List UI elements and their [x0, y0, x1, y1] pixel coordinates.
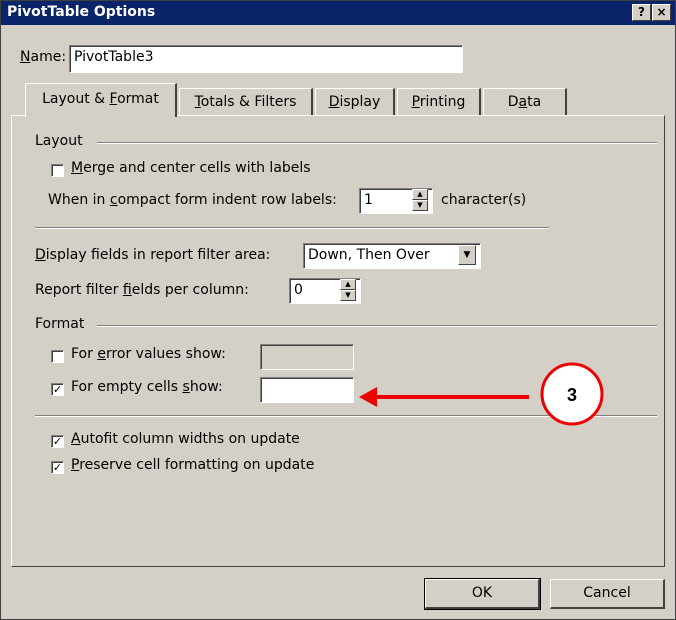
display-fields-dropdown[interactable]: Down, Then Over ▼: [303, 243, 481, 269]
cancel-button[interactable]: Cancel: [550, 579, 665, 609]
chevron-down-icon[interactable]: ▼: [458, 245, 476, 265]
tab-totals-filters[interactable]: Totals & Filters: [179, 88, 313, 116]
layout-group-heading: Layout: [35, 133, 83, 149]
indent-label: When in compact form indent row labels:: [48, 192, 337, 208]
layout-inner-divider: [35, 227, 549, 229]
name-input[interactable]: PivotTable3: [69, 45, 463, 73]
spin-up-icon[interactable]: ▲: [412, 189, 428, 200]
format-group-heading: Format: [35, 316, 85, 332]
fields-per-column-value: 0: [294, 282, 303, 298]
tab-layout-format-label: Layout & Format: [42, 91, 159, 107]
tab-display[interactable]: Display: [315, 88, 395, 116]
window-title: PivotTable Options: [7, 4, 156, 20]
pivottable-options-dialog: PivotTable Options ? × Name: PivotTable3…: [0, 0, 676, 620]
error-values-input[interactable]: [260, 344, 354, 370]
spin-down-icon[interactable]: ▼: [340, 290, 356, 301]
indent-unit: character(s): [441, 192, 527, 208]
tab-printing-label: Printing: [411, 94, 466, 110]
empty-cells-label: For empty cells show:: [71, 379, 223, 395]
tab-data-label: Data: [507, 94, 542, 110]
tab-totals-filters-label: Totals & Filters: [194, 94, 297, 110]
spin-up-icon[interactable]: ▲: [340, 279, 356, 290]
layout-group-divider: [97, 142, 657, 144]
help-button[interactable]: ?: [632, 4, 651, 21]
preserve-formatting-label: Preserve cell formatting on update: [71, 457, 315, 473]
callout-number: 3: [567, 385, 577, 405]
name-value: PivotTable3: [74, 49, 154, 65]
display-fields-value: Down, Then Over: [308, 247, 430, 263]
fields-per-column-spinner-input[interactable]: 0 ▲ ▼: [289, 278, 361, 304]
close-button[interactable]: ×: [652, 4, 671, 21]
tab-printing[interactable]: Printing: [397, 88, 481, 116]
indent-value: 1: [364, 192, 373, 208]
annotation-overlay: 3: [359, 362, 604, 426]
title-bar[interactable]: PivotTable Options ? ×: [1, 1, 675, 25]
preserve-formatting-checkbox[interactable]: ✓: [51, 461, 64, 474]
name-label: Name:: [20, 49, 67, 65]
arrow-head-icon: [359, 387, 377, 407]
autofit-label: Autofit column widths on update: [71, 431, 300, 447]
ok-button[interactable]: OK: [424, 578, 541, 610]
tab-panel: [11, 115, 665, 567]
spin-down-icon[interactable]: ▼: [412, 200, 428, 211]
empty-cells-checkbox[interactable]: ✓: [51, 383, 64, 396]
tab-data[interactable]: Data: [483, 88, 567, 116]
merge-checkbox[interactable]: [51, 164, 64, 177]
tab-layout-format[interactable]: Layout & Format: [25, 83, 177, 117]
display-fields-label: Display fields in report filter area:: [35, 247, 271, 263]
tab-display-label: Display: [328, 94, 381, 110]
format-group-divider: [97, 325, 657, 327]
error-values-label: For error values show:: [71, 346, 226, 362]
autofit-checkbox[interactable]: ✓: [51, 435, 64, 448]
empty-cells-input[interactable]: [260, 377, 354, 403]
merge-label: Merge and center cells with labels: [71, 160, 311, 176]
indent-spinner-input[interactable]: 1 ▲ ▼: [359, 188, 433, 214]
fields-per-column-label: Report filter fields per column:: [35, 282, 249, 298]
error-values-checkbox[interactable]: [51, 350, 64, 363]
